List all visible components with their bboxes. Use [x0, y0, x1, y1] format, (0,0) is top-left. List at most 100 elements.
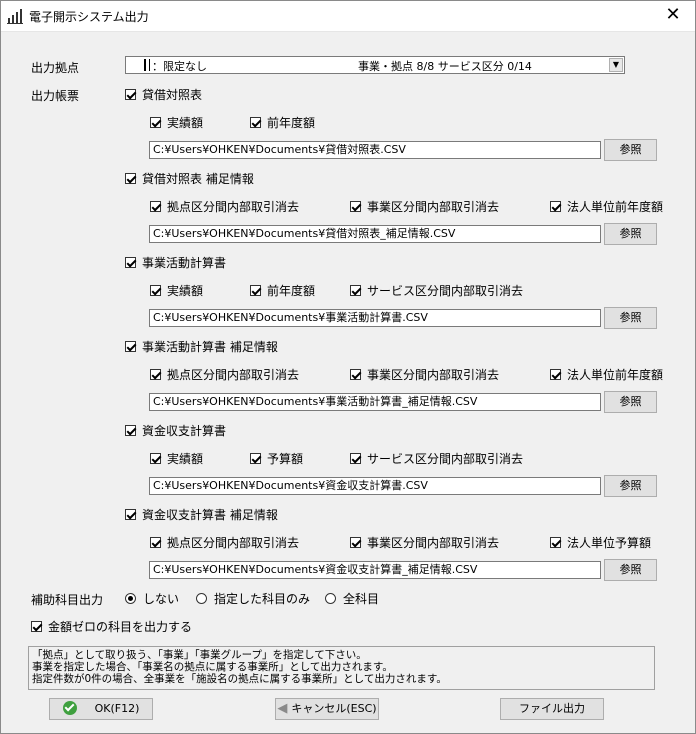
checkbox[interactable]	[350, 537, 361, 548]
browse-button[interactable]: 参照	[604, 391, 657, 413]
browse-button[interactable]: 参照	[604, 139, 657, 161]
checkbox[interactable]	[150, 453, 161, 464]
checkbox[interactable]	[150, 117, 161, 128]
option-checkbox[interactable]: 法人単位予算額	[550, 534, 651, 551]
file-path-input[interactable]: C:¥Users¥OHKEN¥Documents¥資金収支計算書_補足情報.CS…	[149, 561, 601, 579]
checkbox[interactable]	[350, 201, 361, 212]
option-checkbox[interactable]: サービス区分間内部取引消去	[350, 450, 523, 467]
radio-label: しない	[143, 592, 180, 606]
option-label: 事業区分間内部取引消去	[367, 536, 500, 550]
info-message: 「拠点」として取り扱う、「事業」「事業グループ」を指定して下さい。 事業を指定し…	[28, 646, 655, 690]
option-checkbox[interactable]: 拠点区分間内部取引消去	[150, 534, 299, 551]
option-label: 前年度額	[267, 284, 316, 298]
option-checkbox[interactable]: 前年度額	[250, 282, 315, 299]
radio-button[interactable]	[196, 593, 207, 604]
option-checkbox[interactable]: 前年度額	[250, 114, 315, 131]
checkbox[interactable]	[350, 369, 361, 380]
option-label: 拠点区分間内部取引消去	[167, 200, 300, 214]
option-label: 事業区分間内部取引消去	[367, 200, 500, 214]
checkbox[interactable]	[550, 201, 561, 212]
radio-all[interactable]: 全科目	[325, 590, 379, 607]
option-checkbox[interactable]: 事業区分間内部取引消去	[350, 198, 499, 215]
checkbox[interactable]	[150, 285, 161, 296]
option-label: 拠点区分間内部取引消去	[167, 536, 300, 550]
radio-button[interactable]	[125, 593, 136, 604]
option-checkbox[interactable]: 実績額	[150, 450, 203, 467]
ok-button[interactable]: OK(F12)	[49, 698, 153, 720]
file-path-input[interactable]: C:¥Users¥OHKEN¥Documents¥資金収支計算書.CSV	[149, 477, 601, 495]
chart-app-icon	[7, 9, 23, 24]
section-checkbox-activity-statement[interactable]: 事業活動計算書	[125, 254, 226, 271]
checkbox[interactable]	[31, 621, 42, 632]
section-checkbox-activity-statement-supplement[interactable]: 事業活動計算書 補足情報	[125, 338, 278, 355]
location-value: ：限定なし	[152, 60, 207, 73]
section-title: 事業活動計算書	[142, 256, 227, 270]
checkbox[interactable]	[250, 285, 261, 296]
browse-button[interactable]: 参照	[604, 223, 657, 245]
output-forms-label: 出力帳票	[31, 89, 80, 103]
option-checkbox[interactable]: 法人単位前年度額	[550, 198, 663, 215]
chevron-down-icon[interactable]: ▼	[609, 58, 623, 72]
output-location-select[interactable]: ：限定なし 事業・拠点 8/8 サービス区分 0/14 ▼	[125, 56, 625, 74]
option-label: 法人単位予算額	[567, 536, 652, 550]
checkbox[interactable]	[250, 453, 261, 464]
browse-button[interactable]: 参照	[604, 559, 657, 581]
cancel-button[interactable]: ◀ キャンセル(ESC)	[275, 698, 379, 720]
section-title: 資金収支計算書 補足情報	[142, 508, 278, 522]
checkbox[interactable]	[150, 537, 161, 548]
section-checkbox-balance-sheet[interactable]: 貸借対照表	[125, 86, 202, 103]
cancel-label: キャンセル(ESC)	[291, 702, 377, 715]
checkbox[interactable]	[550, 369, 561, 380]
option-checkbox[interactable]: 拠点区分間内部取引消去	[150, 366, 299, 383]
checkbox[interactable]	[125, 89, 136, 100]
option-label: 実績額	[167, 452, 204, 466]
section-title: 貸借対照表 補足情報	[142, 172, 254, 186]
option-checkbox[interactable]: 予算額	[250, 450, 303, 467]
option-label: 前年度額	[267, 116, 316, 130]
option-checkbox[interactable]: サービス区分間内部取引消去	[350, 282, 523, 299]
file-path-input[interactable]: C:¥Users¥OHKEN¥Documents¥貸借対照表_補足情報.CSV	[149, 225, 601, 243]
checkbox[interactable]	[125, 173, 136, 184]
checkbox[interactable]	[125, 341, 136, 352]
radio-button[interactable]	[325, 593, 336, 604]
browse-button[interactable]: 参照	[604, 475, 657, 497]
back-arrow-icon: ◀	[277, 701, 288, 716]
option-checkbox[interactable]: 実績額	[150, 282, 203, 299]
option-checkbox[interactable]: 法人単位前年度額	[550, 366, 663, 383]
close-icon[interactable]: ✕	[661, 4, 685, 26]
section-checkbox-cashflow-statement-supplement[interactable]: 資金収支計算書 補足情報	[125, 506, 278, 523]
checkbox[interactable]	[125, 425, 136, 436]
checkbox[interactable]	[250, 117, 261, 128]
cursor-marker	[144, 59, 150, 71]
check-circle-icon	[62, 701, 77, 715]
checkbox[interactable]	[550, 537, 561, 548]
option-checkbox[interactable]: 事業区分間内部取引消去	[350, 534, 499, 551]
window-title: 電子開示システム出力	[29, 10, 149, 24]
checkbox[interactable]	[150, 201, 161, 212]
checkbox[interactable]	[350, 453, 361, 464]
checkbox[interactable]	[150, 369, 161, 380]
radio-none[interactable]: しない	[125, 590, 179, 607]
checkbox[interactable]	[350, 285, 361, 296]
export-button[interactable]: ファイル出力	[500, 698, 604, 720]
section-checkbox-balance-sheet-supplement[interactable]: 貸借対照表 補足情報	[125, 170, 254, 187]
checkbox[interactable]	[125, 509, 136, 520]
file-path-input[interactable]: C:¥Users¥OHKEN¥Documents¥事業活動計算書.CSV	[149, 309, 601, 327]
subject-output-label: 補助科目出力	[31, 593, 104, 607]
file-path-input[interactable]: C:¥Users¥OHKEN¥Documents¥事業活動計算書_補足情報.CS…	[149, 393, 601, 411]
file-path-input[interactable]: C:¥Users¥OHKEN¥Documents¥貸借対照表.CSV	[149, 141, 601, 159]
section-checkbox-cashflow-statement[interactable]: 資金収支計算書	[125, 422, 226, 439]
radio-specified[interactable]: 指定した科目のみ	[196, 590, 310, 607]
option-label: 予算額	[267, 452, 304, 466]
option-label: 拠点区分間内部取引消去	[167, 368, 300, 382]
checkbox[interactable]	[125, 257, 136, 268]
output-location-label: 出力拠点	[31, 61, 80, 75]
option-checkbox[interactable]: 実績額	[150, 114, 203, 131]
section-title: 貸借対照表	[142, 88, 203, 102]
option-checkbox[interactable]: 事業区分間内部取引消去	[350, 366, 499, 383]
option-label: 実績額	[167, 116, 204, 130]
zero-amount-checkbox[interactable]: 金額ゼロの科目を出力する	[31, 618, 192, 635]
option-label: 実績額	[167, 284, 204, 298]
option-checkbox[interactable]: 拠点区分間内部取引消去	[150, 198, 299, 215]
browse-button[interactable]: 参照	[604, 307, 657, 329]
